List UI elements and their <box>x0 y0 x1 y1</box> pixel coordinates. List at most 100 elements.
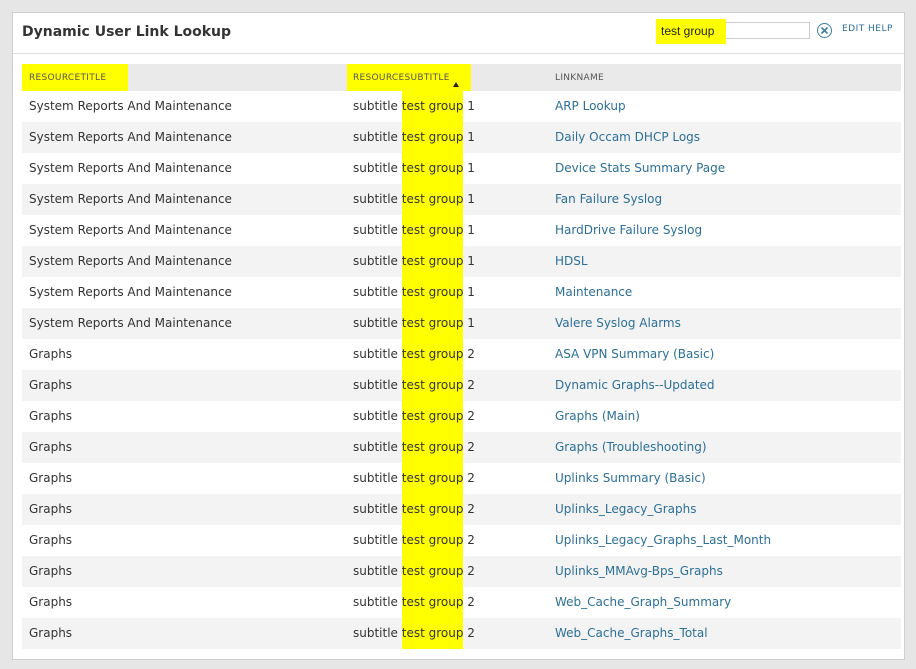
resource-title-cell: System Reports And Maintenance <box>29 223 232 237</box>
subtitle-prefix: subtitle <box>353 161 402 175</box>
link-name-cell[interactable]: Uplinks Summary (Basic) <box>555 463 706 494</box>
subtitle-match-highlight: test group <box>401 370 464 401</box>
resource-subtitle-cell: subtitle test group 1 <box>353 184 475 215</box>
link-name-cell[interactable]: Device Stats Summary Page <box>555 153 725 184</box>
edit-link[interactable]: EDIT <box>842 24 865 34</box>
subtitle-suffix: 2 <box>463 378 475 392</box>
subtitle-match-highlight: test group <box>401 184 464 215</box>
resource-subtitle-cell: subtitle test group 2 <box>353 556 475 587</box>
link-name-cell[interactable]: Dynamic Graphs--Updated <box>555 370 715 401</box>
subtitle-suffix: 1 <box>463 223 475 237</box>
link-name-cell[interactable]: Uplinks_Legacy_Graphs_Last_Month <box>555 525 771 556</box>
resource-title-cell: System Reports And Maintenance <box>29 316 232 330</box>
subtitle-suffix: 2 <box>463 347 475 361</box>
subtitle-match-highlight: test group <box>401 494 464 525</box>
subtitle-suffix: 1 <box>463 285 475 299</box>
close-circle-icon[interactable] <box>817 23 832 38</box>
resource-subtitle-cell: subtitle test group 1 <box>353 277 475 308</box>
resource-subtitle-cell: subtitle test group 2 <box>353 618 475 649</box>
subtitle-suffix: 2 <box>463 502 475 516</box>
subtitle-prefix: subtitle <box>353 347 402 361</box>
subtitle-prefix: subtitle <box>353 378 402 392</box>
link-name-cell[interactable]: Maintenance <box>555 277 632 308</box>
subtitle-suffix: 2 <box>463 409 475 423</box>
resource-subtitle-cell: subtitle test group 1 <box>353 215 475 246</box>
table-row: Graphs subtitle test group 2 Uplinks_Legac… <box>22 494 901 525</box>
resource-title-cell: Graphs <box>29 409 73 423</box>
table-row: System Reports And Maintenance subtitle t… <box>22 215 901 246</box>
link-name-cell[interactable]: Uplinks_MMAvg-Bps_Graphs <box>555 556 723 587</box>
search-box[interactable]: test group <box>656 19 811 44</box>
link-name-cell[interactable]: Graphs (Main) <box>555 401 640 432</box>
subtitle-match-highlight: test group <box>401 153 464 184</box>
subtitle-suffix: 2 <box>463 533 475 547</box>
table-row: System Reports And Maintenance subtitle t… <box>22 122 901 153</box>
table-row: Graphs subtitle test group 2 Uplinks_Legac… <box>22 525 901 556</box>
subtitle-match-highlight: test group <box>401 91 464 122</box>
panel-title: Dynamic User Link Lookup <box>22 24 232 40</box>
subtitle-prefix: subtitle <box>353 440 402 454</box>
table-row: System Reports And Maintenance subtitle t… <box>22 308 901 339</box>
resource-title-cell: System Reports And Maintenance <box>29 192 232 206</box>
subtitle-match-highlight: test group <box>401 587 464 618</box>
subtitle-match-highlight: test group <box>401 122 464 153</box>
resource-title-cell: System Reports And Maintenance <box>29 99 232 113</box>
column-header-resourcetitle[interactable]: RESOURCETITLE <box>22 64 128 91</box>
subtitle-suffix: 2 <box>463 595 475 609</box>
help-link[interactable]: HELP <box>868 24 893 34</box>
subtitle-match-highlight: test group <box>401 215 464 246</box>
subtitle-match-highlight: test group <box>401 339 464 370</box>
link-name-cell[interactable]: ARP Lookup <box>555 91 626 122</box>
subtitle-prefix: subtitle <box>353 316 402 330</box>
link-name-cell[interactable]: Graphs (Troubleshooting) <box>555 432 707 463</box>
resource-subtitle-cell: subtitle test group 2 <box>353 587 475 618</box>
table-row: Graphs subtitle test group 2 Uplinks_MMAvg… <box>22 556 901 587</box>
link-name-cell[interactable]: ASA VPN Summary (Basic) <box>555 339 714 370</box>
resource-title-cell: System Reports And Maintenance <box>29 285 232 299</box>
link-name-cell[interactable]: Valere Syslog Alarms <box>555 308 681 339</box>
table-row: System Reports And Maintenance subtitle t… <box>22 277 901 308</box>
subtitle-prefix: subtitle <box>353 564 402 578</box>
resource-title-cell: Graphs <box>29 378 73 392</box>
link-name-cell[interactable]: Web_Cache_Graph_Summary <box>555 587 731 618</box>
link-name-cell[interactable]: Uplinks_Legacy_Graphs <box>555 494 696 525</box>
link-lookup-panel: Dynamic User Link Lookup test group EDIT… <box>12 12 905 660</box>
table-row: Graphs subtitle test group 2 Dynamic Graph… <box>22 370 901 401</box>
link-name-cell[interactable]: HDSL <box>555 246 588 277</box>
subtitle-prefix: subtitle <box>353 254 402 268</box>
subtitle-prefix: subtitle <box>353 471 402 485</box>
subtitle-prefix: subtitle <box>353 626 402 640</box>
subtitle-match-highlight: test group <box>401 308 464 339</box>
sort-ascending-icon <box>452 82 459 87</box>
resource-subtitle-cell: subtitle test group 2 <box>353 370 475 401</box>
link-name-cell[interactable]: Web_Cache_Graphs_Total <box>555 618 708 649</box>
table-row: System Reports And Maintenance subtitle t… <box>22 246 901 277</box>
resource-subtitle-cell: subtitle test group 1 <box>353 153 475 184</box>
search-input[interactable] <box>656 22 810 39</box>
table-row: System Reports And Maintenance subtitle t… <box>22 153 901 184</box>
table-header: RESOURCETITLE RESOURCESUBTITLE LINKNAME <box>22 64 901 91</box>
subtitle-prefix: subtitle <box>353 223 402 237</box>
table-row: Graphs subtitle test group 2 ASA VPN Summa… <box>22 339 901 370</box>
resource-title-cell: Graphs <box>29 533 73 547</box>
link-name-cell[interactable]: Daily Occam DHCP Logs <box>555 122 700 153</box>
column-header-label: RESOURCESUBTITLE <box>353 73 450 83</box>
link-name-cell[interactable]: HardDrive Failure Syslog <box>555 215 702 246</box>
resource-subtitle-cell: subtitle test group 1 <box>353 246 475 277</box>
subtitle-suffix: 2 <box>463 564 475 578</box>
subtitle-prefix: subtitle <box>353 502 402 516</box>
resource-subtitle-cell: subtitle test group 2 <box>353 463 475 494</box>
results-table: RESOURCETITLE RESOURCESUBTITLE LINKNAME … <box>22 64 901 649</box>
resource-title-cell: System Reports And Maintenance <box>29 161 232 175</box>
resource-subtitle-cell: subtitle test group 1 <box>353 91 475 122</box>
subtitle-suffix: 2 <box>463 471 475 485</box>
column-header-resourcesubtitle[interactable]: RESOURCESUBTITLE <box>347 64 471 91</box>
subtitle-prefix: subtitle <box>353 533 402 547</box>
resource-title-cell: Graphs <box>29 595 73 609</box>
subtitle-match-highlight: test group <box>401 401 464 432</box>
column-header-linkname[interactable]: LINKNAME <box>548 64 698 91</box>
subtitle-prefix: subtitle <box>353 409 402 423</box>
resource-title-cell: Graphs <box>29 347 73 361</box>
link-name-cell[interactable]: Fan Failure Syslog <box>555 184 662 215</box>
subtitle-match-highlight: test group <box>401 246 464 277</box>
